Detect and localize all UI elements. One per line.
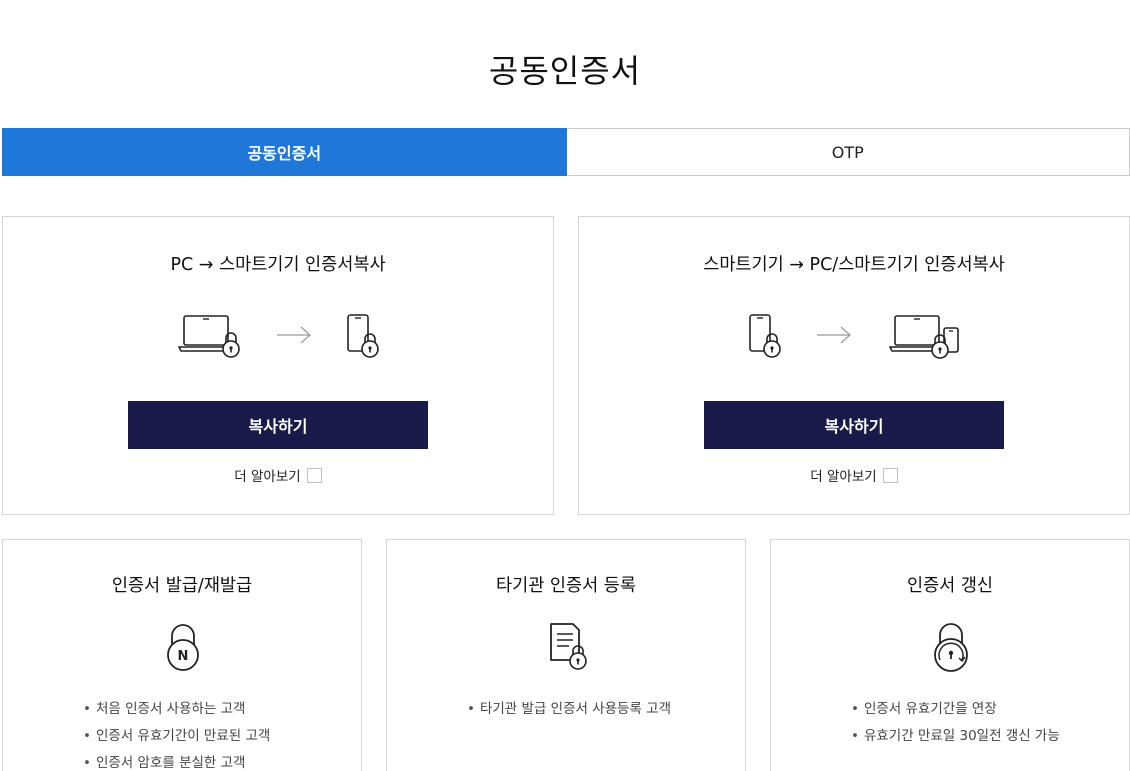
laptop-phone-lock-icon bbox=[889, 315, 959, 359]
list-item: 타기관 발급 인증서 사용등록 고객 bbox=[467, 696, 671, 723]
tab-otp[interactable]: OTP bbox=[566, 128, 1130, 176]
learn-more-label: 더 알아보기 bbox=[234, 469, 301, 485]
renew-certificate-card[interactable]: 인증서 갱신 인증서 유효기간을 연장 유효기간 만료일 30일전 갱신 가능 bbox=[770, 539, 1130, 771]
bullet-list: 인증서 유효기간을 연장 유효기간 만료일 30일전 갱신 가능 bbox=[851, 696, 1060, 750]
list-item: 인증서 유효기간을 연장 bbox=[851, 696, 1060, 723]
list-item: 처음 인증서 사용하는 고객 bbox=[83, 696, 270, 723]
card-title: PC → 스마트기기 인증서복사 bbox=[170, 255, 386, 275]
card-title: 타기관 인증서 등록 bbox=[496, 576, 636, 596]
card-title: 인증서 발급/재발급 bbox=[111, 576, 253, 596]
external-link-icon bbox=[882, 467, 898, 483]
learn-more-link[interactable]: 더 알아보기 bbox=[579, 465, 1129, 485]
tab-bar: 공동인증서 OTP bbox=[2, 128, 1130, 176]
pc-to-smart-copy-card: PC → 스마트기기 인증서복사 복사하기 더 알아보기 bbox=[2, 216, 554, 515]
padlock-new-icon: N bbox=[167, 624, 199, 671]
list-item: 인증서 암호를 분실한 고객 bbox=[83, 750, 270, 771]
copy-illustration bbox=[579, 313, 1129, 361]
arrow-right-icon bbox=[817, 326, 851, 344]
arrow-right-icon bbox=[277, 326, 311, 344]
issue-certificate-card[interactable]: 인증서 발급/재발급 N 처음 인증서 사용하는 고객 인증서 유효기간이 만료… bbox=[2, 539, 362, 771]
smart-to-pc-copy-card: 스마트기기 → PC/스마트기기 인증서복사 복사하기 더 알아보기 bbox=[578, 216, 1130, 515]
register-external-certificate-card[interactable]: 타기관 인증서 등록 타기관 발급 인증서 사용등록 고객 bbox=[386, 539, 746, 771]
list-item: 인증서 유효기간이 만료된 고객 bbox=[83, 723, 270, 750]
external-link-icon bbox=[306, 467, 322, 483]
learn-more-link[interactable]: 더 알아보기 bbox=[3, 465, 553, 485]
learn-more-label: 더 알아보기 bbox=[810, 469, 877, 485]
document-lock-icon bbox=[550, 623, 587, 670]
tab-certificate[interactable]: 공동인증서 bbox=[2, 128, 567, 176]
laptop-lock-icon bbox=[178, 315, 240, 358]
list-item: 유효기간 만료일 30일전 갱신 가능 bbox=[851, 723, 1060, 750]
card-title: 인증서 갱신 bbox=[906, 576, 994, 596]
phone-lock-icon bbox=[749, 314, 781, 358]
padlock-renew-icon bbox=[934, 623, 968, 672]
copy-illustration bbox=[3, 313, 553, 361]
bullet-list: 처음 인증서 사용하는 고객 인증서 유효기간이 만료된 고객 인증서 암호를 … bbox=[83, 696, 270, 771]
svg-text:N: N bbox=[178, 649, 189, 664]
card-title: 스마트기기 → PC/스마트기기 인증서복사 bbox=[703, 255, 1005, 275]
copy-button[interactable]: 복사하기 bbox=[704, 401, 1004, 449]
phone-lock-icon bbox=[347, 314, 379, 358]
copy-button[interactable]: 복사하기 bbox=[128, 401, 428, 449]
bullet-list: 타기관 발급 인증서 사용등록 고객 bbox=[467, 696, 671, 723]
page-title: 공동인증서 bbox=[488, 52, 642, 90]
